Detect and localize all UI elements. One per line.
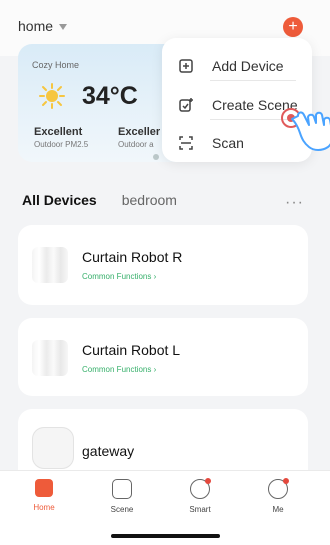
smart-icon [190, 478, 211, 499]
nav-label: Me [272, 505, 284, 514]
scan-icon [178, 135, 194, 151]
add-button[interactable]: + [283, 17, 303, 37]
curtain-icon [32, 340, 68, 376]
gateway-icon [32, 427, 74, 469]
tab-bedroom[interactable]: bedroom [122, 192, 177, 208]
home-icon [35, 479, 53, 497]
curtain-icon [32, 247, 68, 283]
home-selector[interactable]: home [18, 18, 68, 34]
common-functions-link[interactable]: Common Functions › [82, 365, 156, 374]
stat-label: Outdoor a [118, 140, 154, 149]
menu-item-label: Add Device [212, 58, 284, 74]
notification-dot [205, 478, 211, 484]
pager-dot [153, 154, 159, 160]
tab-all-devices[interactable]: All Devices [22, 192, 97, 208]
more-icon[interactable]: ··· [285, 194, 304, 212]
nav-smart[interactable]: Smart [170, 478, 230, 514]
create-scene-icon [178, 97, 194, 113]
menu-divider [210, 80, 296, 81]
nav-label: Home [33, 503, 55, 512]
home-label: home [18, 18, 54, 34]
menu-item-scan[interactable]: Scan [178, 135, 244, 151]
device-name: gateway [82, 443, 135, 459]
nav-label: Scene [110, 505, 134, 514]
stat-label: Outdoor PM2.5 [34, 140, 89, 149]
tap-hand-icon [281, 108, 330, 151]
temperature: 34°C [82, 82, 138, 110]
profile-icon [268, 478, 289, 499]
device-card-curtain-r[interactable]: Curtain Robot R Common Functions › [18, 225, 308, 305]
home-indicator [111, 534, 220, 538]
add-device-icon [178, 58, 194, 74]
nav-label: Smart [189, 505, 211, 514]
device-name: Curtain Robot L [82, 342, 181, 358]
menu-item-add-device[interactable]: Add Device [178, 58, 284, 74]
device-card-curtain-l[interactable]: Curtain Robot L Common Functions › [18, 318, 308, 396]
app-screen: home + Cozy Home 34°C Excellent Outdoor … [0, 0, 330, 545]
stat-value: Exceller [118, 126, 161, 138]
weather-stat: Exceller Outdoor a [118, 126, 160, 149]
stat-value: Excellent [34, 126, 83, 138]
nav-scene[interactable]: Scene [92, 479, 152, 514]
nav-home[interactable]: Home [14, 479, 74, 512]
scene-icon [112, 479, 132, 499]
notification-dot [283, 478, 289, 484]
plus-icon: + [288, 18, 298, 35]
room-tabs: All Devices bedroom [22, 192, 177, 208]
nav-me[interactable]: Me [248, 478, 308, 514]
chevron-down-icon [59, 24, 68, 30]
common-functions-link[interactable]: Common Functions › [82, 272, 156, 281]
sun-icon [39, 83, 65, 109]
weather-stat: Excellent Outdoor PM2.5 [34, 126, 88, 149]
menu-item-label: Scan [212, 135, 244, 151]
home-name: Cozy Home [32, 60, 80, 70]
device-name: Curtain Robot R [82, 249, 183, 265]
